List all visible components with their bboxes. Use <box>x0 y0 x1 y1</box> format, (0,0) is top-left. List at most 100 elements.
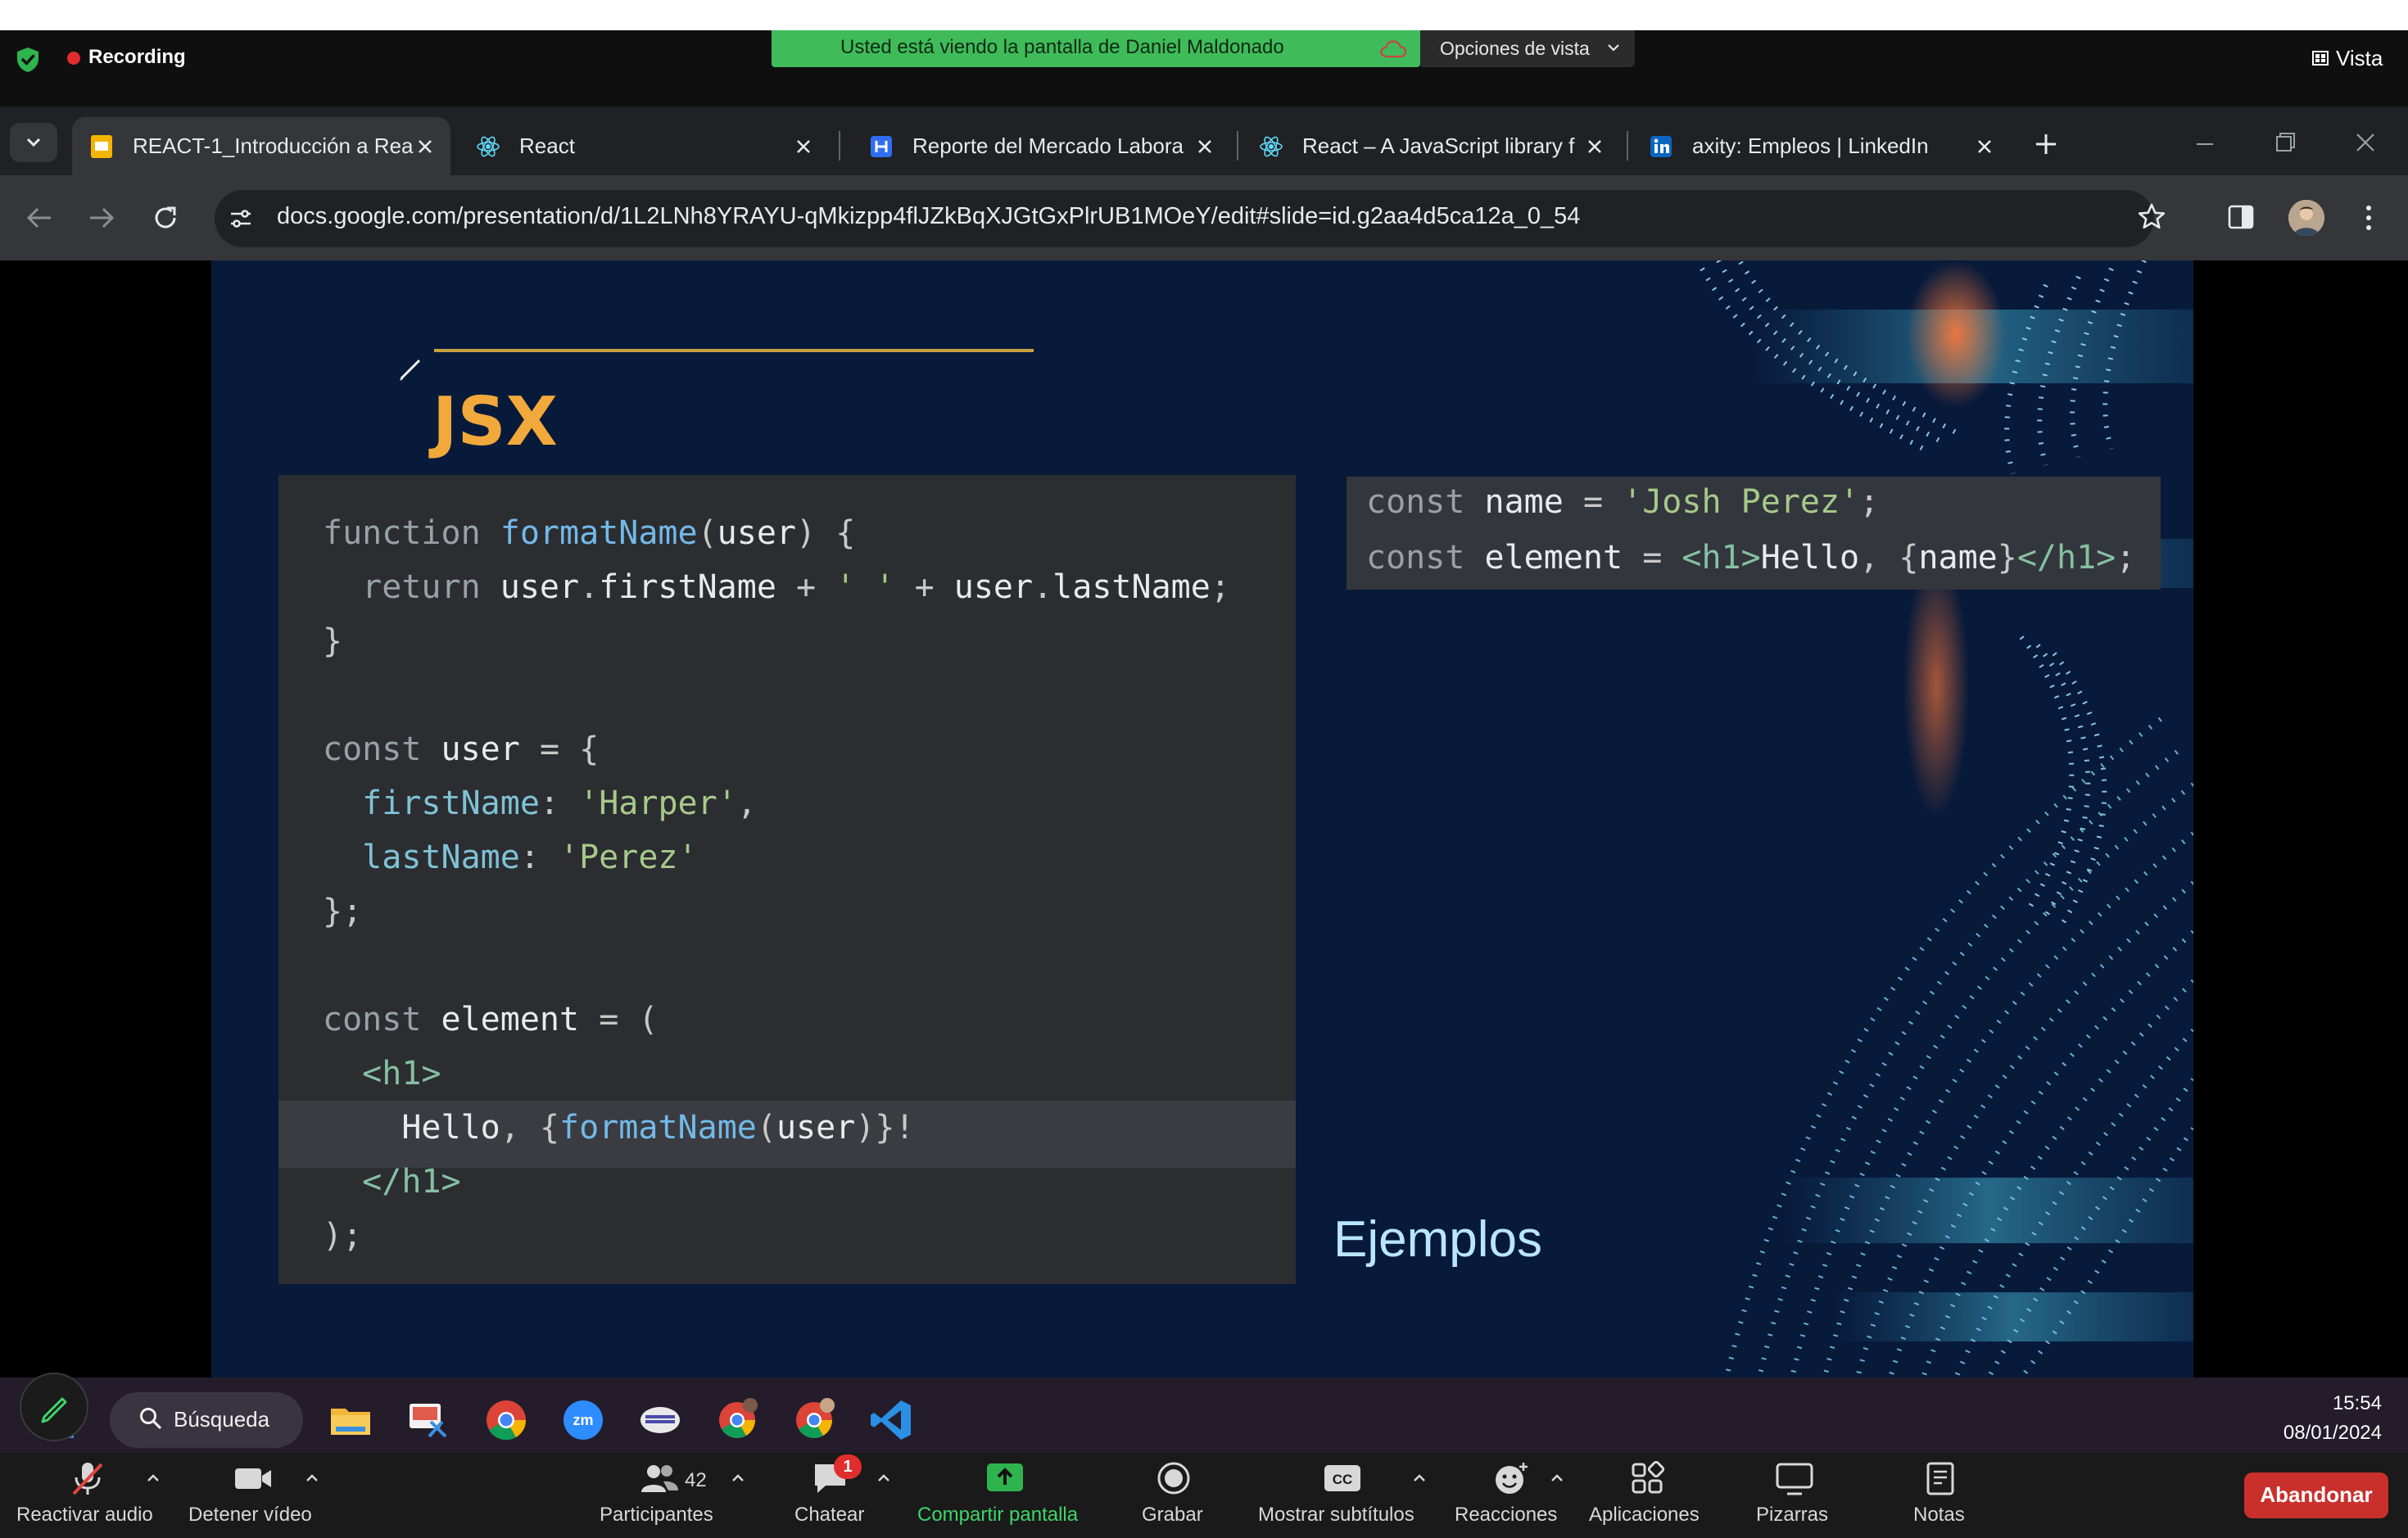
cloud-icon <box>1380 40 1407 58</box>
back-arrow-icon[interactable] <box>23 203 56 233</box>
annotate-button[interactable] <box>20 1373 88 1441</box>
tab-mercado-laboral[interactable]: Reporte del Mercado Labora <box>852 117 1230 175</box>
code-line: }; <box>323 893 363 930</box>
tab-slides[interactable]: REACT-1_Introducción a Rea <box>72 117 450 175</box>
view-button-label[interactable]: Vista <box>2336 46 2383 71</box>
react-logo-icon <box>1260 136 1283 156</box>
share-screen-icon[interactable] <box>984 1459 1025 1497</box>
chat-label[interactable]: Chatear <box>794 1504 864 1527</box>
code-line: const name = 'Josh Perez'; <box>1366 483 1880 521</box>
zoom-app-icon[interactable]: zm <box>560 1397 606 1443</box>
code-line: Hello, {formatName(user)}! <box>401 1109 915 1147</box>
tab-linkedin[interactable]: axity: Empleos | LinkedIn <box>1632 117 2010 175</box>
reactions-emoji-icon[interactable] <box>1491 1459 1532 1497</box>
tab-title: React – A JavaScript library f <box>1302 133 1575 158</box>
close-icon[interactable] <box>1584 136 1605 157</box>
app-icon[interactable] <box>637 1397 683 1443</box>
tab-title: React <box>519 133 575 158</box>
record-label[interactable]: Grabar <box>1142 1504 1203 1527</box>
tab-separator <box>1237 131 1238 161</box>
captions-label[interactable]: Mostrar subtítulos <box>1258 1504 1414 1527</box>
slide-caption: Ejemplos <box>1333 1211 1542 1268</box>
bookmark-star-icon[interactable] <box>2136 201 2167 233</box>
caret-up-icon[interactable] <box>146 1472 161 1484</box>
vscode-icon[interactable] <box>868 1397 914 1443</box>
profile-avatar[interactable] <box>2288 200 2324 236</box>
code-line: } <box>323 622 343 660</box>
chevron-down-icon <box>26 138 41 147</box>
zoom-meeting-controls <box>0 1453 2408 1538</box>
snipping-tool-icon[interactable] <box>405 1397 450 1443</box>
report-site-icon <box>871 135 892 157</box>
taskbar-time[interactable]: 15:54 <box>2292 1392 2382 1415</box>
whiteboard-icon[interactable] <box>1774 1459 1815 1497</box>
view-options-label: Opciones de vista <box>1440 38 1590 59</box>
code-line: const element = <h1>Hello, {name}</h1>; <box>1366 539 2136 577</box>
participants-label[interactable]: Participantes <box>600 1504 713 1527</box>
tab-react[interactable]: React <box>459 117 829 175</box>
closed-captions-icon[interactable]: CC <box>1322 1459 1363 1497</box>
video-camera-icon[interactable] <box>233 1459 274 1497</box>
chrome-profile-icon[interactable] <box>791 1397 837 1443</box>
view-grid-icon[interactable] <box>2311 49 2329 67</box>
code-line: </h1> <box>362 1163 461 1201</box>
window-close-icon[interactable] <box>2351 128 2380 157</box>
recording-label[interactable]: Recording <box>88 46 186 69</box>
microphone-muted-icon[interactable] <box>67 1459 108 1497</box>
restore-icon[interactable] <box>2270 128 2300 157</box>
unmute-label[interactable]: Reactivar audio <box>16 1504 153 1527</box>
tab-react-library[interactable]: React – A JavaScript library f <box>1242 117 1620 175</box>
file-explorer-icon[interactable] <box>328 1397 373 1443</box>
tab-search-button[interactable] <box>10 123 57 162</box>
participants-icon[interactable] <box>639 1459 680 1497</box>
tab-title: Reporte del Mercado Labora <box>912 133 1184 158</box>
tab-title: axity: Empleos | LinkedIn <box>1692 133 1929 158</box>
forward-arrow-icon[interactable] <box>85 203 118 233</box>
shield-check-icon[interactable] <box>15 46 41 74</box>
side-panel-icon[interactable] <box>2226 203 2256 231</box>
person-icon <box>2288 200 2324 236</box>
leave-meeting-label[interactable]: Abandonar <box>2244 1482 2388 1508</box>
url-text[interactable]: docs.google.com/presentation/d/1L2LNh8YR… <box>277 203 1580 230</box>
code-line: lastName: 'Perez' <box>362 839 698 876</box>
chrome-icon[interactable] <box>483 1397 529 1443</box>
close-icon[interactable] <box>793 136 814 157</box>
caret-up-icon[interactable] <box>1412 1472 1427 1484</box>
linkedin-icon <box>1650 135 1672 157</box>
slide-title: JSX <box>432 383 558 461</box>
reload-icon[interactable] <box>149 201 182 234</box>
caret-up-icon[interactable] <box>731 1472 745 1484</box>
site-settings-icon[interactable] <box>228 206 254 231</box>
apps-icon[interactable] <box>1628 1459 1669 1497</box>
svg-text:zm: zm <box>573 1412 593 1428</box>
notes-icon[interactable] <box>1920 1459 1961 1497</box>
record-icon[interactable] <box>1153 1459 1194 1497</box>
notes-label[interactable]: Notas <box>1913 1504 1965 1527</box>
caret-up-icon[interactable] <box>305 1472 319 1484</box>
search-icon <box>140 1408 161 1429</box>
chrome-profile-icon[interactable] <box>714 1397 760 1443</box>
close-icon[interactable] <box>414 136 436 157</box>
stop-video-label[interactable]: Detener vídeo <box>188 1504 312 1527</box>
whiteboards-label[interactable]: Pizarras <box>1756 1504 1828 1527</box>
share-screen-label[interactable]: Compartir pantalla <box>917 1504 1078 1527</box>
new-tab-plus-icon[interactable] <box>2030 128 2062 161</box>
code-line: <h1> <box>362 1055 441 1092</box>
taskbar-date[interactable]: 08/01/2024 <box>2236 1422 2382 1445</box>
code-line: firstName: 'Harper', <box>362 785 757 822</box>
search-label: Búsqueda <box>174 1407 270 1432</box>
recording-dot-icon <box>67 52 80 65</box>
caret-up-icon[interactable] <box>876 1472 891 1484</box>
tab-title: REACT-1_Introducción a Rea <box>133 133 414 158</box>
caret-up-icon[interactable] <box>1550 1472 1564 1484</box>
minimize-icon[interactable] <box>2190 129 2220 159</box>
tab-separator <box>839 131 840 161</box>
title-underline <box>434 349 1034 352</box>
close-icon[interactable] <box>1974 136 1995 157</box>
close-icon[interactable] <box>1194 136 1215 157</box>
screen-share-text: Usted está viendo la pantalla de Daniel … <box>840 36 1284 58</box>
apps-label[interactable]: Aplicaciones <box>1589 1504 1700 1527</box>
react-logo-icon <box>477 136 500 156</box>
reactions-label[interactable]: Reacciones <box>1455 1504 1557 1527</box>
more-vert-icon[interactable] <box>2364 203 2374 233</box>
